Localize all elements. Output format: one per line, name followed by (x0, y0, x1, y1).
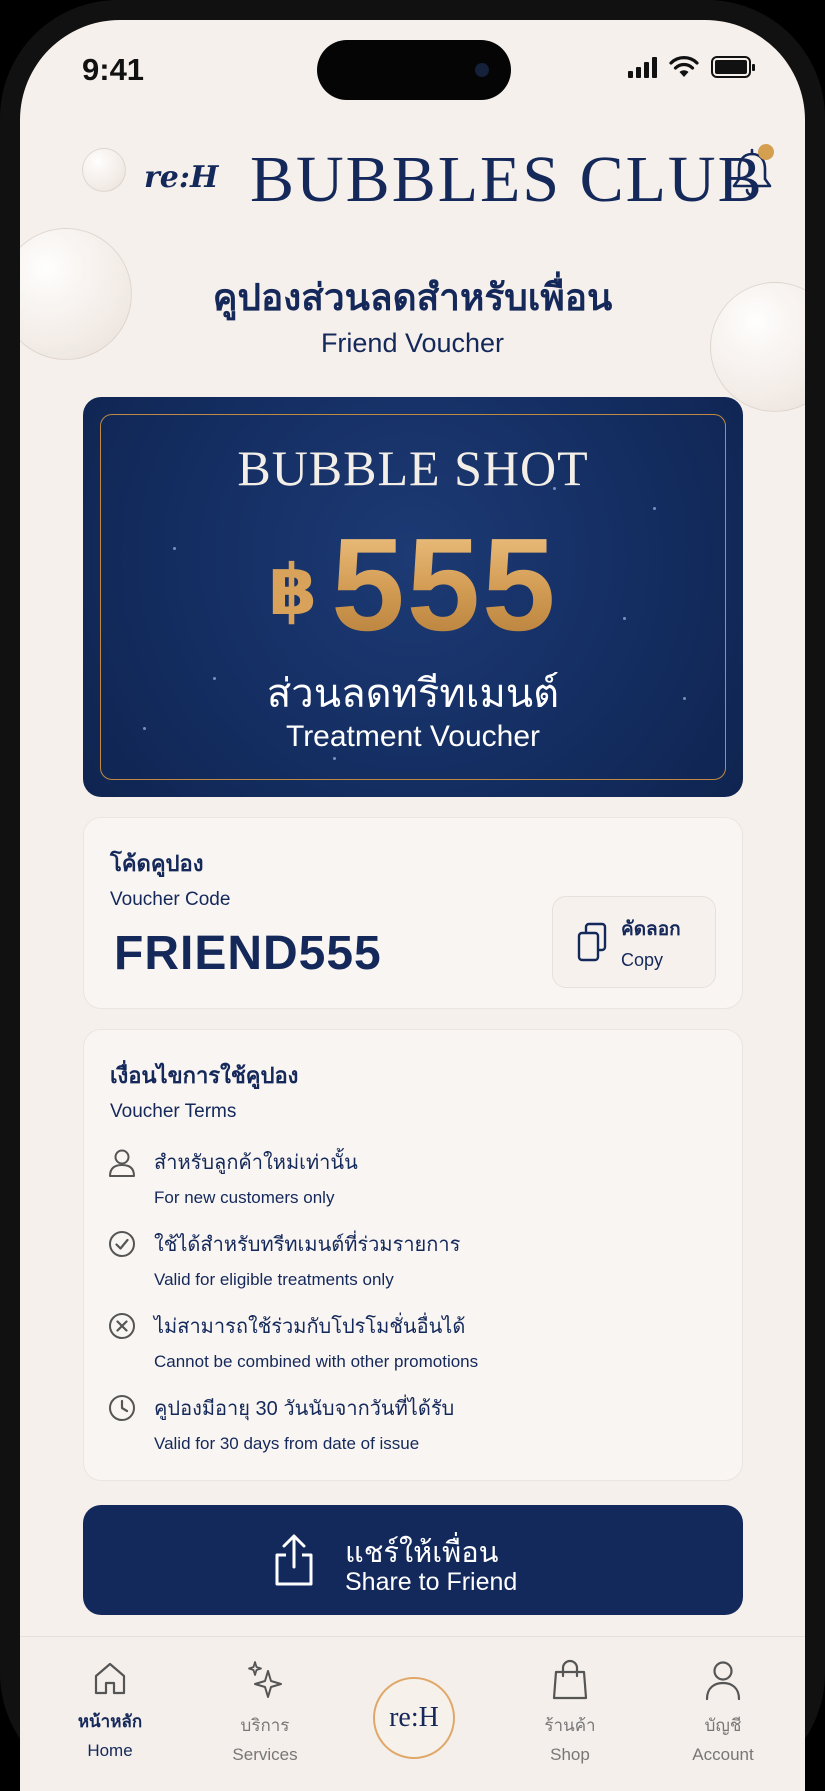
nav-label-th: ร้านค้า (544, 1716, 596, 1735)
voucher-label-th: ส่วนลดทรีทเมนต์ (266, 672, 560, 716)
voucher-label-en: Treatment Voucher (285, 720, 541, 753)
currency-symbol: ฿ (268, 550, 318, 629)
share-icon (275, 1534, 313, 1586)
code-label-en: Voucher Code (110, 889, 231, 910)
amount-value: 555 (331, 511, 558, 658)
copy-button[interactable]: คัดลอก Copy (552, 896, 716, 988)
term-text-th: สำหรับลูกค้าใหม่เท่านั้น (154, 1152, 358, 1174)
nav-label-th: หน้าหลัก (77, 1712, 143, 1731)
term-text-th: ใช้ได้สำหรับทรีทเมนต์ที่ร่วมรายการ (154, 1234, 461, 1256)
share-label-en: Share to Friend (345, 1568, 518, 1596)
home-icon (94, 1662, 126, 1695)
nav-label-th: บริการ (240, 1716, 290, 1735)
term-text-th: ไม่สามารถใช้ร่วมกับโปรโมชั่นอื่นได้ (154, 1316, 466, 1338)
copy-icon (577, 922, 607, 962)
nav-item-account[interactable]: บัญชี Account (663, 1659, 783, 1765)
nav-label-th: บัญชี (704, 1716, 742, 1735)
term-item: คูปองมีอายุ 30 วันนับจากวันที่ได้รับ Val… (108, 1392, 454, 1454)
term-item: ไม่สามารถใช้ร่วมกับโปรโมชั่นอื่นได้ Cann… (108, 1310, 478, 1372)
phone-frame: 9:41 re:H BUBBLES CLUB คูปองส่วนลดสำหรับ… (0, 0, 825, 1791)
x-circle-icon (109, 1313, 135, 1339)
center-logo-button[interactable]: re:H (373, 1677, 455, 1759)
nav-item-home[interactable]: หน้าหลัก Home (50, 1659, 170, 1761)
person-icon (705, 1661, 741, 1701)
voucher-terms-card: เงื่อนไขการใช้คูปอง Voucher Terms สำหรับ… (83, 1029, 743, 1481)
dynamic-island (317, 40, 511, 100)
nav-item-services[interactable]: บริการ Services (205, 1659, 325, 1765)
page-title: คูปองส่วนลดสำหรับเพื่อน (212, 277, 613, 318)
term-text-en: Valid for eligible treatments only (154, 1270, 394, 1289)
voucher-card: BUBBLE SHOT ฿ 555 ส่วนลดทรีทเมนต์ Treatm… (83, 397, 743, 797)
status-time: 9:41 (82, 52, 145, 87)
app-screen: 9:41 re:H BUBBLES CLUB คูปองส่วนลดสำหรับ… (20, 20, 805, 1791)
term-text-en: Cannot be combined with other promotions (154, 1352, 479, 1371)
copy-label-en: Copy (621, 949, 664, 970)
code-label: โค้ดคูปอง Voucher Code (110, 846, 230, 911)
code-label-th: โค้ดคูปอง (110, 851, 204, 876)
product-name: BUBBLE SHOT (237, 440, 589, 496)
nav-label-en: Home (87, 1741, 133, 1760)
nav-label-en: Account (692, 1745, 754, 1764)
page-subtitle: Friend Voucher (320, 328, 505, 358)
shopping-bag-icon (552, 1659, 588, 1700)
club-title: BUBBLES CLUB (250, 143, 764, 216)
check-circle-icon (109, 1231, 135, 1257)
voucher-code[interactable]: FRIEND555 (114, 926, 382, 981)
nav-label-en: Services (232, 1745, 298, 1764)
sparkle-icon (248, 1661, 282, 1698)
clock-icon (109, 1395, 135, 1421)
term-text-en: For new customers only (154, 1188, 335, 1207)
term-text-th: คูปองมีอายุ 30 วันนับจากวันที่ได้รับ (154, 1398, 455, 1420)
cellular-signal-icon (628, 56, 657, 78)
voucher-amount: ฿ 555 (83, 509, 743, 660)
nav-label-en: Shop (550, 1745, 590, 1764)
bottom-nav: หน้าหลัก Home บริการ Services re:H ร้านค… (20, 1636, 805, 1791)
term-item: ใช้ได้สำหรับทรีทเมนต์ที่ร่วมรายการ Valid… (108, 1228, 460, 1290)
terms-title-th: เงื่อนไขการใช้คูปอง (110, 1063, 299, 1088)
camera-icon (475, 63, 489, 77)
term-text-en: Valid for 30 days from date of issue (154, 1434, 420, 1453)
share-to-friend-button[interactable]: แชร์ให้เพื่อน Share to Friend (83, 1505, 743, 1615)
notification-dot (758, 144, 774, 160)
terms-heading: เงื่อนไขการใช้คูปอง Voucher Terms (110, 1058, 298, 1123)
status-icons (628, 56, 755, 78)
terms-title-en: Voucher Terms (110, 1101, 237, 1122)
term-item: สำหรับลูกค้าใหม่เท่านั้น For new custome… (108, 1146, 358, 1208)
wifi-icon (669, 56, 699, 77)
bubble-decoration (82, 148, 126, 192)
brand-logo: re:H (144, 160, 219, 195)
copy-label-th: คัดลอก (621, 918, 681, 940)
nav-item-shop[interactable]: ร้านค้า Shop (510, 1659, 630, 1765)
voucher-code-card: โค้ดคูปอง Voucher Code FRIEND555 คัดลอก … (83, 817, 743, 1009)
battery-icon (711, 56, 755, 78)
user-icon (109, 1149, 135, 1177)
